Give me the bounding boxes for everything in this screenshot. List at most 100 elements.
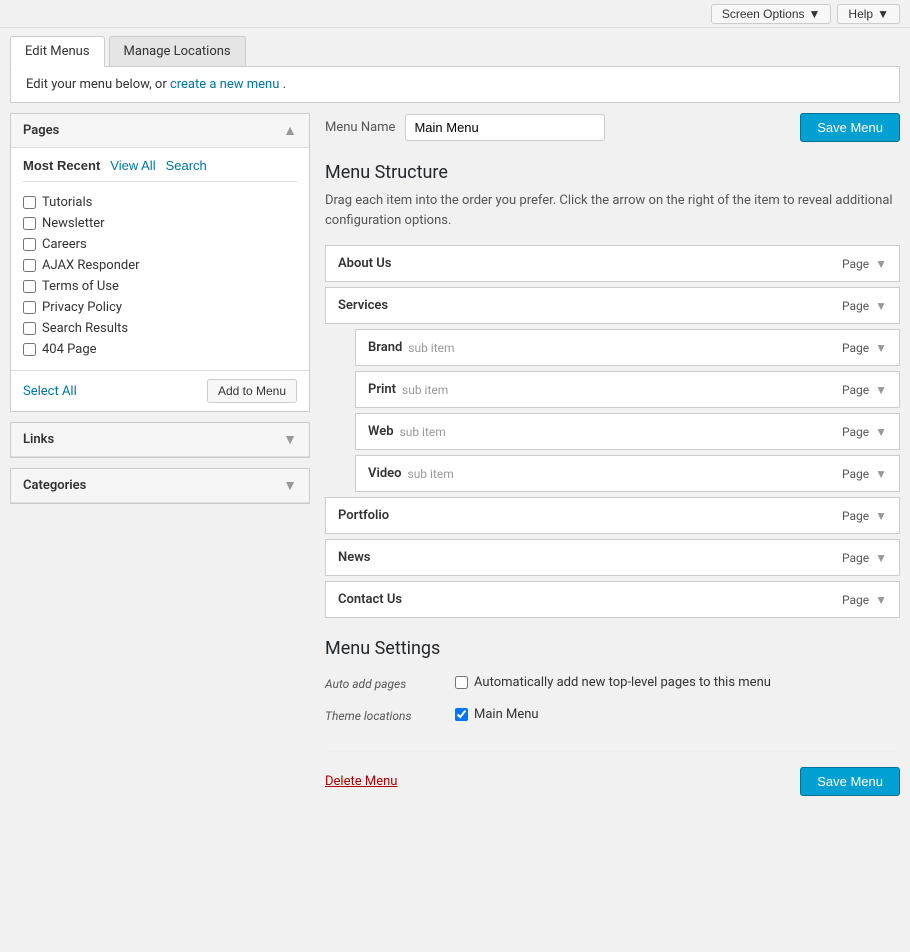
menu-item-label: About Us: [338, 256, 391, 271]
list-item: Search Results: [23, 318, 297, 339]
menu-item-video[interactable]: Video sub item Page ▼: [355, 455, 900, 492]
list-item: Careers: [23, 234, 297, 255]
menu-item-type: Page: [842, 257, 869, 271]
menu-item-news[interactable]: News Page ▼: [325, 539, 900, 576]
menu-item-services[interactable]: Services Page ▼: [325, 287, 900, 324]
checkbox-404-page[interactable]: [23, 343, 36, 356]
auto-add-desc: Automatically add new top-level pages to…: [474, 675, 771, 690]
menu-item-label: Portfolio: [338, 508, 389, 523]
menu-item-arrow-icon[interactable]: ▼: [875, 425, 887, 439]
list-item: Terms of Use: [23, 276, 297, 297]
left-panel: Pages ▲ Most Recent View All Search Tuto…: [10, 113, 310, 796]
theme-locations-label: Theme locations: [325, 707, 445, 723]
menu-item-label: Web: [368, 424, 394, 439]
auto-add-pages-row: Auto add pages Automatically add new top…: [325, 667, 900, 699]
checkbox-terms-of-use[interactable]: [23, 280, 36, 293]
menu-item-brand[interactable]: Brand sub item Page ▼: [355, 329, 900, 366]
checkbox-careers[interactable]: [23, 238, 36, 251]
pages-panel: Pages ▲ Most Recent View All Search Tuto…: [10, 113, 310, 412]
help-arrow-icon: ▼: [877, 7, 889, 21]
menu-item-arrow-icon[interactable]: ▼: [875, 257, 887, 271]
menu-item-label: Services: [338, 298, 388, 313]
categories-panel-header[interactable]: Categories ▼: [11, 469, 309, 503]
delete-menu-link[interactable]: Delete Menu: [325, 774, 397, 789]
menu-name-label: Menu Name: [325, 120, 395, 135]
save-menu-top-button[interactable]: Save Menu: [800, 113, 900, 142]
list-item: Tutorials: [23, 192, 297, 213]
list-item: AJAX Responder: [23, 255, 297, 276]
menu-item-label: Video: [368, 466, 402, 481]
menu-item-sub-label: sub item: [400, 425, 446, 439]
page-label-404-page: 404 Page: [42, 342, 97, 357]
menu-item-label: Brand: [368, 340, 402, 355]
page-label-careers: Careers: [42, 237, 87, 252]
list-item: 404 Page: [23, 339, 297, 360]
menu-item-label: News: [338, 550, 370, 565]
page-label-ajax-responder: AJAX Responder: [42, 258, 140, 273]
checkbox-ajax-responder[interactable]: [23, 259, 36, 272]
categories-panel-arrow-icon: ▼: [283, 477, 297, 494]
checkbox-privacy-policy[interactable]: [23, 301, 36, 314]
menu-item-type: Page: [842, 593, 869, 607]
tab-most-recent[interactable]: Most Recent: [23, 158, 100, 173]
pages-panel-header[interactable]: Pages ▲: [11, 114, 309, 148]
menu-settings: Menu Settings Auto add pages Automatical…: [325, 638, 900, 731]
create-new-menu-link[interactable]: create a new menu: [170, 77, 279, 92]
menu-item-type: Page: [842, 551, 869, 565]
menu-item-arrow-icon[interactable]: ▼: [875, 551, 887, 565]
save-menu-bottom-button[interactable]: Save Menu: [800, 767, 900, 796]
tab-manage-locations[interactable]: Manage Locations: [109, 36, 246, 66]
pages-panel-footer: Select All Add to Menu: [11, 370, 309, 411]
menu-name-row: Menu Name Save Menu: [325, 113, 900, 142]
menu-item-arrow-icon[interactable]: ▼: [875, 509, 887, 523]
page-label-newsletter: Newsletter: [42, 216, 105, 231]
help-label: Help: [848, 7, 873, 21]
screen-options-arrow-icon: ▼: [809, 7, 821, 21]
menu-actions-footer: Delete Menu Save Menu: [325, 751, 900, 796]
screen-options-label: Screen Options: [722, 7, 805, 21]
menu-item-arrow-icon[interactable]: ▼: [875, 341, 887, 355]
menu-item-sub-label: sub item: [402, 383, 448, 397]
menu-item-arrow-icon[interactable]: ▼: [875, 383, 887, 397]
menu-item-print[interactable]: Print sub item Page ▼: [355, 371, 900, 408]
menu-items-list: About Us Page ▼ Services Page ▼: [325, 245, 900, 618]
menu-item-sub-label: sub item: [408, 467, 454, 481]
categories-panel: Categories ▼: [10, 468, 310, 504]
menu-name-input[interactable]: [405, 114, 605, 141]
menu-structure-desc: Drag each item into the order you prefer…: [325, 191, 900, 230]
menu-item-label: Contact Us: [338, 592, 402, 607]
help-button[interactable]: Help ▼: [837, 4, 900, 24]
notice-text-after: .: [283, 77, 286, 92]
menu-item-arrow-icon[interactable]: ▼: [875, 593, 887, 607]
pages-panel-body: Most Recent View All Search Tutorials Ne…: [11, 148, 309, 370]
menu-item-arrow-icon[interactable]: ▼: [875, 467, 887, 481]
tabs-row: Edit Menus Manage Locations: [0, 28, 910, 66]
theme-locations-value: Main Menu: [474, 707, 539, 722]
auto-add-checkbox[interactable]: [455, 676, 468, 689]
menu-item-portfolio[interactable]: Portfolio Page ▼: [325, 497, 900, 534]
checkbox-newsletter[interactable]: [23, 217, 36, 230]
checkbox-tutorials[interactable]: [23, 196, 36, 209]
menu-item-about-us[interactable]: About Us Page ▼: [325, 245, 900, 282]
tab-search[interactable]: Search: [166, 158, 207, 173]
menu-item-label: Print: [368, 382, 396, 397]
pages-panel-title: Pages: [23, 123, 59, 138]
menu-item-sub-label: sub item: [408, 341, 454, 355]
tab-edit-menus[interactable]: Edit Menus: [10, 36, 105, 67]
menu-item-type: Page: [842, 425, 869, 439]
checkbox-search-results[interactable]: [23, 322, 36, 335]
list-item: Newsletter: [23, 213, 297, 234]
pages-panel-arrow-icon: ▲: [283, 122, 297, 139]
menu-item-web[interactable]: Web sub item Page ▼: [355, 413, 900, 450]
screen-options-button[interactable]: Screen Options ▼: [711, 4, 832, 24]
menu-item-arrow-icon[interactable]: ▼: [875, 299, 887, 313]
add-to-menu-button[interactable]: Add to Menu: [207, 379, 297, 403]
page-label-search-results: Search Results: [42, 321, 128, 336]
menu-item-type: Page: [842, 299, 869, 313]
select-all-link[interactable]: Select All: [23, 384, 77, 399]
links-panel-header[interactable]: Links ▼: [11, 423, 309, 457]
tab-view-all[interactable]: View All: [110, 158, 155, 173]
list-item: Privacy Policy: [23, 297, 297, 318]
theme-locations-checkbox[interactable]: [455, 708, 468, 721]
menu-item-contact-us[interactable]: Contact Us Page ▼: [325, 581, 900, 618]
